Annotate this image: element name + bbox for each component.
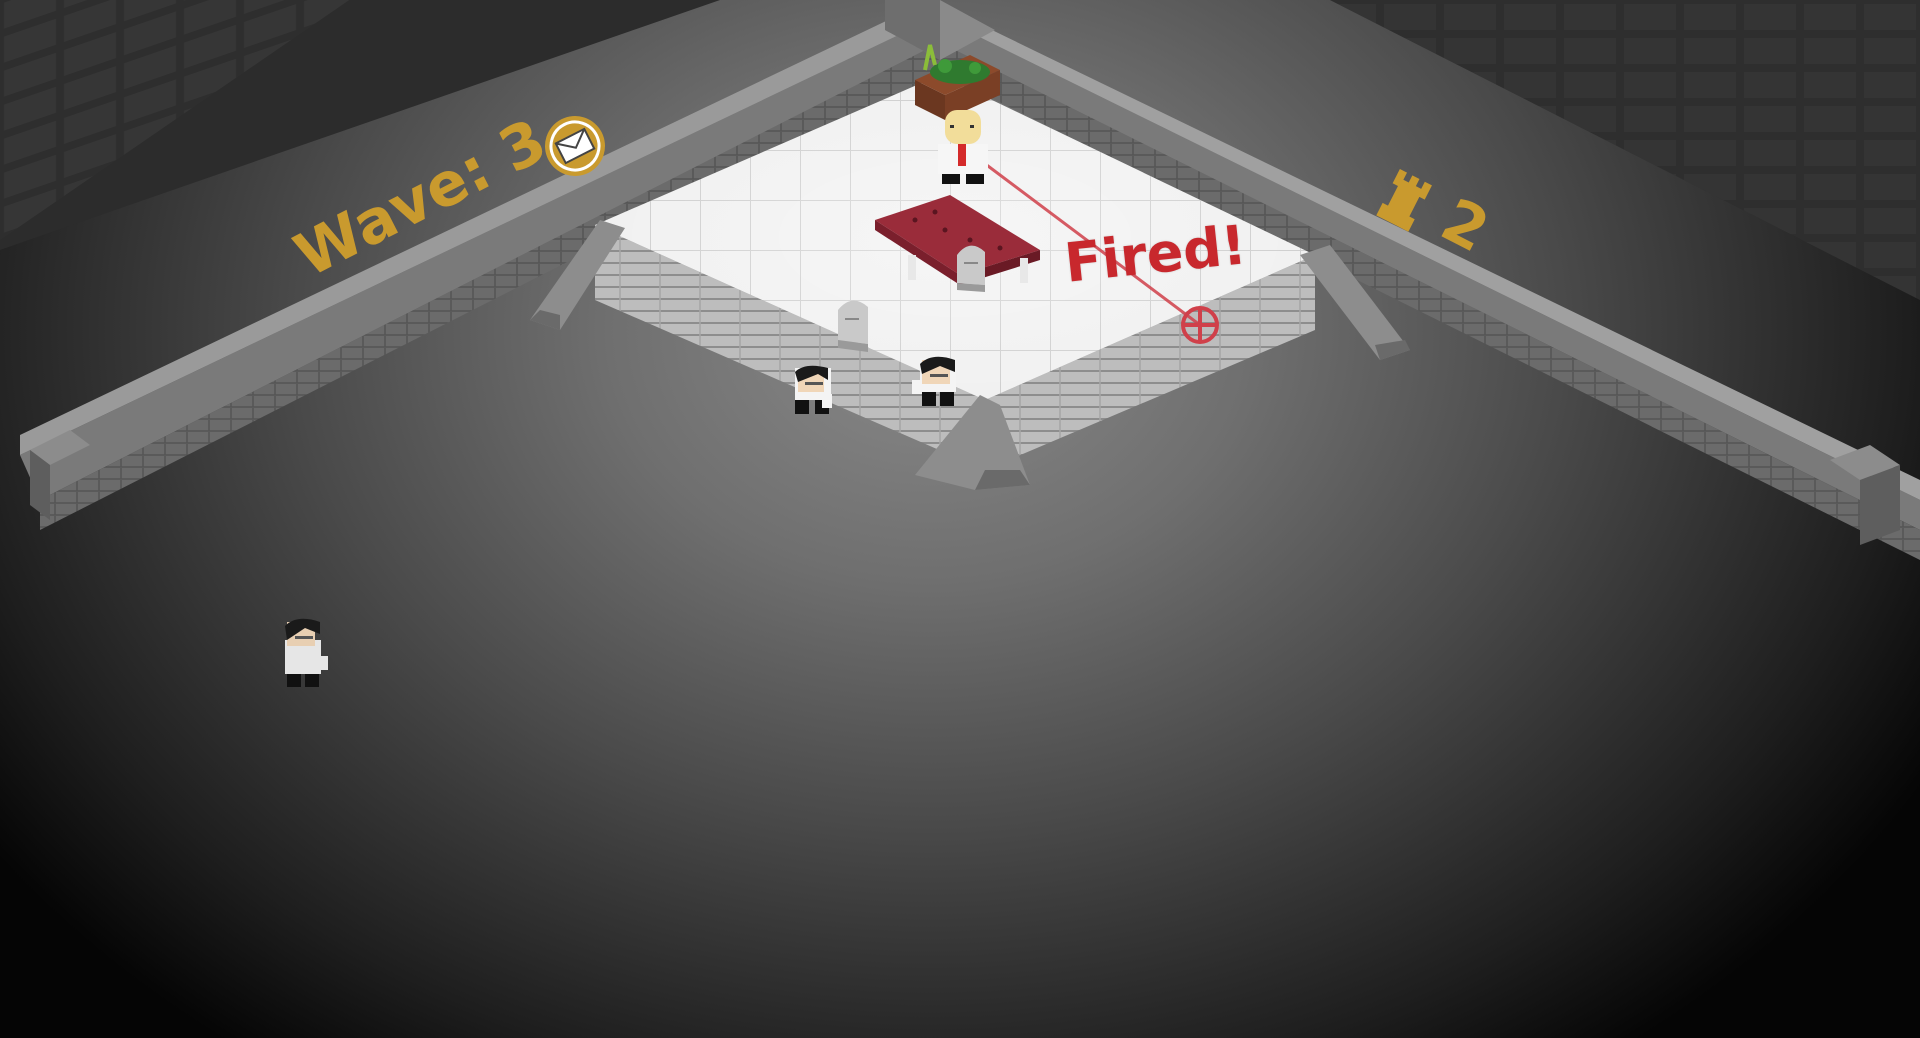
- gravestone-1[interactable]: [957, 245, 985, 292]
- employee-3[interactable]: [285, 618, 328, 687]
- boss-character[interactable]: [938, 110, 988, 184]
- gravestone-2[interactable]: [838, 300, 868, 352]
- game-viewport[interactable]: Wave: 3 2 Fired!: [0, 0, 1920, 1038]
- employee-1[interactable]: [795, 365, 832, 414]
- game-world: [0, 0, 1920, 687]
- crosshair-target-icon[interactable]: [1181, 306, 1219, 344]
